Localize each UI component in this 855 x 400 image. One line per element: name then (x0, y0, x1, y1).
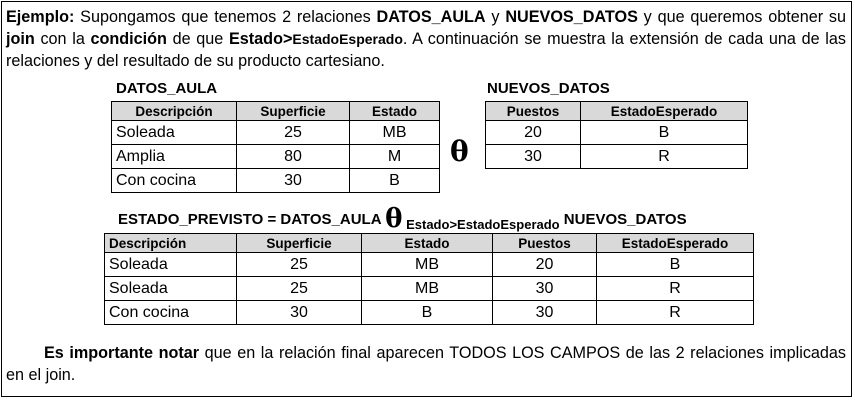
table-row: Amplia 80 M (111, 144, 440, 169)
table-cell: 25 (236, 252, 362, 277)
table-cell: Soleada (104, 252, 237, 277)
intro-rel1: DATOS_AULA (376, 8, 486, 26)
intro-text: y (485, 8, 506, 26)
column-header: EstadoEsperado (580, 101, 748, 121)
result-table: Descripción Superficie Estado Puestos Es… (104, 233, 754, 325)
table-cell: MB (361, 252, 493, 277)
table-row: Soleada 25 MB 20 B (104, 252, 754, 277)
nuevos-datos-table: Puestos EstadoEsperado 20 B 30 R (485, 101, 748, 169)
table-cell: 30 (236, 300, 362, 325)
column-header: Estado (349, 101, 440, 121)
intro-text: de que (166, 30, 229, 48)
column-header: Puestos (485, 101, 581, 121)
table-cell: Soleada (104, 276, 237, 301)
table-cell: 30 (236, 168, 350, 193)
table-cell: B (361, 300, 493, 325)
intro-text: y que queremos obtener su (637, 8, 847, 26)
table-cell: Amplia (111, 144, 237, 169)
table-cell: 30 (485, 144, 581, 169)
table-row: 30 R (485, 144, 748, 169)
table-cell: Con cocina (104, 300, 237, 325)
intro-label: Ejemplo: (6, 8, 75, 26)
formula-lhs: ESTADO_PREVISTO = DATOS_AULA (118, 211, 386, 228)
datos-aula-title: DATOS_AULA (116, 80, 218, 97)
table-cell: MB (361, 276, 493, 301)
nuevos-datos-title: NUEVOS_DATOS (487, 80, 610, 97)
table-cell: MB (349, 120, 440, 145)
table-cell: R (596, 300, 754, 325)
table-row: Soleada 25 MB 30 R (104, 276, 754, 301)
table-cell: M (349, 144, 440, 169)
table-cell: 25 (236, 120, 350, 145)
theta-join-symbol: θ (450, 135, 469, 168)
formula-condition: Estado>EstadoEsperado (402, 217, 560, 232)
table-cell: 25 (236, 276, 362, 301)
table-cell: 20 (485, 120, 581, 145)
intro-paragraph: Ejemplo: Supongamos que tenemos 2 relaci… (6, 6, 846, 72)
column-header: Superficie (236, 233, 362, 253)
table-header-row: Descripción Superficie Estado Puestos Es… (104, 233, 754, 253)
table-cell: 30 (492, 276, 597, 301)
note-paragraph: Es importante notar que en la relación f… (6, 342, 846, 386)
table-cell: B (596, 252, 754, 277)
intro-text: Supongamos que tenemos 2 relaciones (74, 8, 377, 26)
column-header: Estado (361, 233, 493, 253)
table-cell: B (349, 168, 440, 193)
table-header-row: Descripción Superficie Estado (111, 101, 440, 121)
intro-join: join (6, 30, 35, 48)
intro-text: con la (34, 30, 91, 48)
formula-theta-symbol: θ (385, 204, 403, 234)
intro-cond-part2: EstadoEsperado (292, 31, 403, 47)
table-row: Con cocina 30 B 30 R (104, 300, 754, 325)
table-cell: R (580, 144, 748, 169)
table-cell: B (580, 120, 748, 145)
table-cell: Con cocina (111, 168, 237, 193)
table-cell: 20 (492, 252, 597, 277)
datos-aula-table: Descripción Superficie Estado Soleada 25… (111, 101, 440, 193)
table-cell: 80 (236, 144, 350, 169)
column-header: Puestos (492, 233, 597, 253)
intro-rel2: NUEVOS_DATOS (505, 8, 638, 26)
table-row: Con cocina 30 B (111, 168, 440, 193)
table-cell: Soleada (111, 120, 237, 145)
table-cell: 30 (492, 300, 597, 325)
note-emphasis: Es importante notar (44, 344, 200, 362)
intro-condicion: condición (90, 30, 167, 48)
table-row: Soleada 25 MB (111, 120, 440, 145)
column-header: Descripción (104, 233, 237, 253)
column-header: Descripción (111, 101, 237, 121)
table-header-row: Puestos EstadoEsperado (485, 101, 748, 121)
table-cell: R (596, 276, 754, 301)
column-header: EstadoEsperado (596, 233, 754, 253)
intro-cond-part1: Estado> (228, 30, 293, 48)
formula-rhs: NUEVOS_DATOS (559, 211, 687, 228)
table-row: 20 B (485, 120, 748, 145)
column-header: Superficie (236, 101, 350, 121)
